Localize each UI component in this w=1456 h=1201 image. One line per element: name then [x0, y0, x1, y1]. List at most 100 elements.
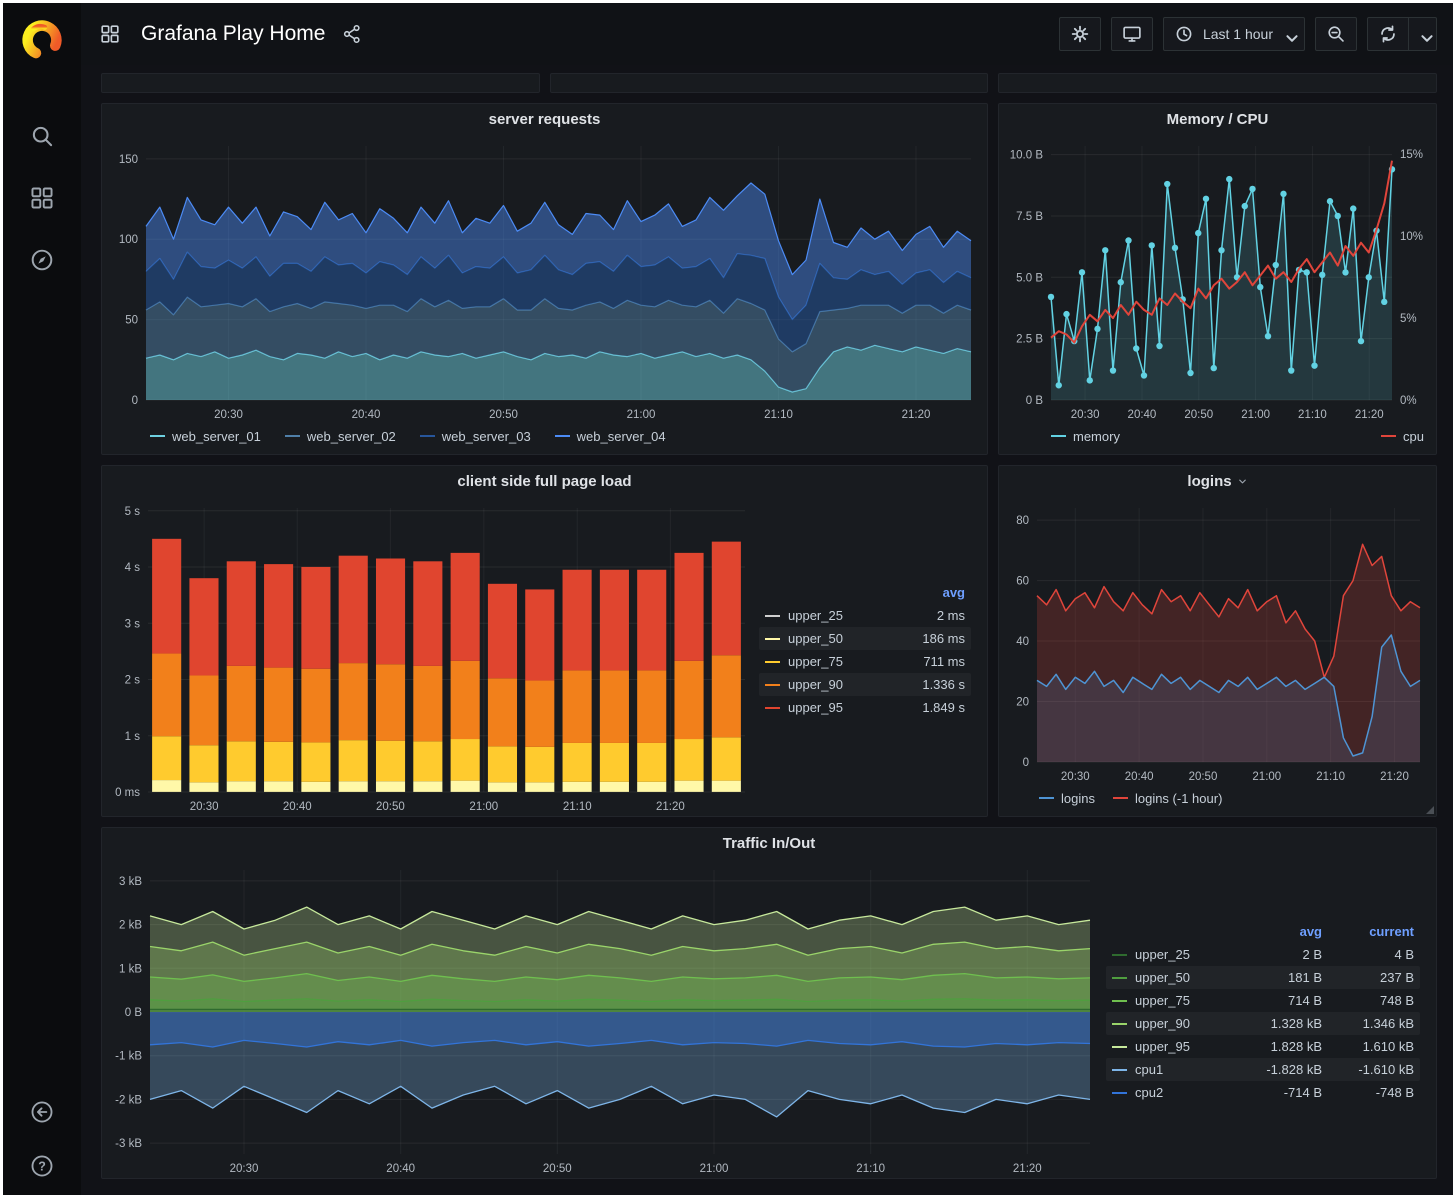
legend-item-logins[interactable]: logins [1039, 791, 1095, 806]
series-color-dash [1112, 954, 1127, 956]
legend-row-upper_90[interactable]: upper_901.328 kB1.346 kB [1106, 1012, 1420, 1035]
series-color-dash [1112, 1023, 1127, 1025]
svg-text:20:30: 20:30 [1061, 771, 1090, 783]
svg-text:20:50: 20:50 [376, 801, 405, 813]
legend-value: -714 B [1230, 1085, 1322, 1100]
exit-arrow-icon[interactable] [29, 1099, 55, 1125]
series-color-dash [765, 661, 780, 663]
panel-traffic: Traffic In/Out -3 kB-2 kB-1 kB0 B1 kB2 k… [101, 827, 1437, 1179]
svg-text:21:00: 21:00 [1241, 409, 1270, 421]
server-requests-chart[interactable]: 05010015020:3020:4020:5021:0021:1021:20 [102, 134, 987, 424]
legend-item-web-server-04[interactable]: web_server_04 [555, 429, 666, 444]
legend-item-web-server-03[interactable]: web_server_03 [420, 429, 531, 444]
grafana-logo[interactable] [19, 17, 65, 63]
svg-text:10%: 10% [1400, 231, 1423, 243]
panel-menu-memory-cpu[interactable]: Memory / CPU [999, 104, 1436, 134]
legend-row-upper_95[interactable]: upper_951.849 s [759, 696, 971, 719]
legend-sort-avg[interactable]: avg [881, 585, 965, 600]
legend-row-upper_25[interactable]: upper_252 B4 B [1106, 943, 1420, 966]
legend-item-web-server-01[interactable]: web_server_01 [150, 429, 261, 444]
legend-sort-avg[interactable]: avg [1230, 924, 1322, 939]
dashboard-picker-grid-icon[interactable] [99, 23, 121, 45]
legend-label: memory [1073, 429, 1120, 444]
legend-row-upper_25[interactable]: upper_252 ms [759, 604, 971, 627]
svg-text:-3 kB: -3 kB [115, 1138, 142, 1150]
legend-value: -1.610 kB [1322, 1062, 1414, 1077]
legend-item-web-server-02[interactable]: web_server_02 [285, 429, 396, 444]
legend-row-upper_50[interactable]: upper_50186 ms [759, 627, 971, 650]
svg-text:20:40: 20:40 [1125, 771, 1154, 783]
time-range-picker[interactable]: Last 1 hour [1163, 17, 1305, 51]
svg-text:21:20: 21:20 [656, 801, 685, 813]
svg-text:80: 80 [1016, 515, 1029, 527]
monitor-icon [1121, 23, 1143, 45]
series-color-dash [765, 638, 780, 640]
svg-text:21:10: 21:10 [1316, 771, 1345, 783]
legend-label: cpu2 [1135, 1085, 1163, 1100]
panel-resize-handle[interactable] [1426, 806, 1434, 814]
series-color-dash [1381, 435, 1396, 437]
legend-sort-current[interactable]: current [1322, 924, 1414, 939]
logins-chart[interactable]: 02040608020:3020:4020:5021:0021:1021:20 [999, 496, 1436, 786]
svg-text:20:30: 20:30 [1071, 409, 1100, 421]
main-column: Grafana Play Home [81, 3, 1453, 1195]
panel-menu-traffic[interactable]: Traffic In/Out [102, 828, 1436, 858]
panel-logins: logins 02040608020:3020:4020:5021:0021:1… [998, 465, 1437, 817]
search-icon[interactable] [29, 123, 55, 149]
svg-text:4 s: 4 s [125, 562, 141, 574]
legend-label: web_server_01 [172, 429, 261, 444]
panel-menu-client-load[interactable]: client side full page load [102, 466, 987, 496]
series-color-dash [765, 615, 780, 617]
tv-mode-button[interactable] [1111, 17, 1153, 51]
legend-row-cpu2[interactable]: cpu2-714 B-748 B [1106, 1081, 1420, 1104]
memory-cpu-chart[interactable]: 0 B2.5 B5.0 B7.5 B10.0 B0%5%10%15%20:302… [999, 134, 1436, 424]
clock-icon [1173, 23, 1195, 45]
panel-title: Traffic In/Out [723, 835, 816, 852]
legend-value: 4 B [1322, 947, 1414, 962]
gear-icon [1069, 23, 1091, 45]
legend-row-upper_90[interactable]: upper_901.336 s [759, 673, 971, 696]
share-icon[interactable] [341, 23, 363, 45]
client-load-chart[interactable]: 0 ms1 s2 s3 s4 s5 s20:3020:4020:5021:002… [102, 496, 759, 816]
refresh-interval-dropdown[interactable] [1409, 17, 1437, 51]
svg-text:21:20: 21:20 [902, 409, 931, 421]
legend-label: upper_90 [788, 677, 843, 692]
zoom-out-button[interactable] [1315, 17, 1357, 51]
legend-label: logins [1061, 791, 1095, 806]
legend-item-memory[interactable]: memory [1051, 429, 1120, 444]
svg-text:20:50: 20:50 [489, 409, 518, 421]
series-color-dash [1112, 977, 1127, 979]
traffic-chart[interactable]: -3 kB-2 kB-1 kB0 B1 kB2 kB3 kB20:3020:40… [102, 858, 1106, 1178]
svg-text:21:10: 21:10 [856, 1163, 885, 1175]
svg-text:20:30: 20:30 [230, 1163, 259, 1175]
svg-text:50: 50 [125, 315, 138, 327]
legend-row-cpu1[interactable]: cpu1-1.828 kB-1.610 kB [1106, 1058, 1420, 1081]
panel-menu-logins[interactable]: logins [999, 466, 1436, 496]
panel-server-requests: server requests 05010015020:3020:4020:50… [101, 103, 988, 455]
legend-label: upper_95 [1135, 1039, 1190, 1054]
legend-item-cpu[interactable]: cpu [1381, 429, 1424, 444]
svg-text:0: 0 [132, 395, 138, 407]
svg-text:21:00: 21:00 [1252, 771, 1281, 783]
legend-row-upper_95[interactable]: upper_951.828 kB1.610 kB [1106, 1035, 1420, 1058]
cpu-legend: cpu [1381, 429, 1424, 444]
svg-text:?: ? [38, 1160, 46, 1174]
memory-legend: memory [1051, 429, 1120, 444]
svg-text:20:40: 20:40 [386, 1163, 415, 1175]
explore-compass-icon[interactable] [29, 247, 55, 273]
legend-row-upper_50[interactable]: upper_50181 B237 B [1106, 966, 1420, 989]
legend-value: 2 ms [881, 608, 965, 623]
legend-row-upper_75[interactable]: upper_75714 B748 B [1106, 989, 1420, 1012]
refresh-button[interactable] [1367, 17, 1409, 51]
help-icon[interactable]: ? [29, 1153, 55, 1179]
svg-text:2 s: 2 s [125, 675, 141, 687]
settings-button[interactable] [1059, 17, 1101, 51]
svg-text:20:50: 20:50 [1184, 409, 1213, 421]
dashboards-grid-icon[interactable] [29, 185, 55, 211]
panel-menu-server-requests[interactable]: server requests [102, 104, 987, 134]
legend-value: 237 B [1322, 970, 1414, 985]
panel-title: server requests [489, 111, 601, 128]
dashboard-title[interactable]: Grafana Play Home [141, 22, 325, 46]
legend-row-upper_75[interactable]: upper_75711 ms [759, 650, 971, 673]
legend-item-logins-1-hour-[interactable]: logins (-1 hour) [1113, 791, 1222, 806]
